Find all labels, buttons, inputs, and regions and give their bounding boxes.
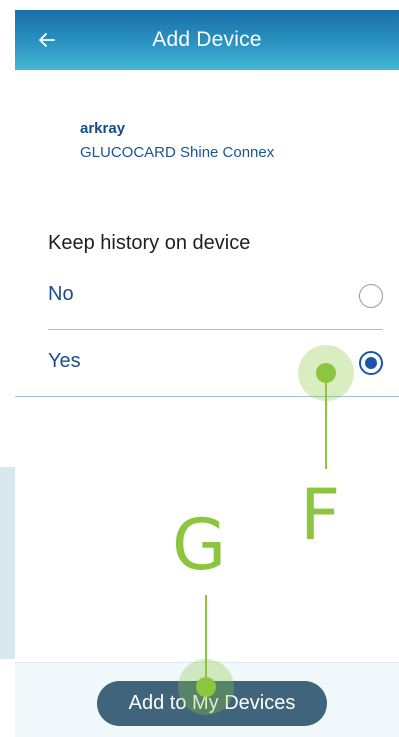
annotation-g-label: G (172, 504, 227, 586)
background-panel-edge (0, 467, 15, 659)
history-section-title: Keep history on device (48, 232, 251, 254)
annotation-g-dot (196, 677, 216, 697)
page-title: Add Device (152, 28, 262, 51)
radio-selected-dot (365, 357, 377, 369)
radio-no[interactable] (359, 284, 383, 308)
annotation-f-dot (316, 363, 336, 383)
option-no-label: No (48, 283, 74, 305)
option-divider (48, 329, 383, 330)
radio-yes[interactable] (359, 351, 383, 375)
option-yes-label: Yes (48, 350, 81, 372)
annotation-f-line (325, 381, 327, 469)
status-strip (15, 0, 399, 10)
app-bar: Add Device (15, 10, 399, 70)
annotation-f-label: F (300, 474, 341, 556)
device-model: GLUCOCARD Shine Connex (80, 144, 275, 161)
device-brand: arkray (80, 120, 126, 137)
option-no[interactable]: No (48, 267, 383, 327)
